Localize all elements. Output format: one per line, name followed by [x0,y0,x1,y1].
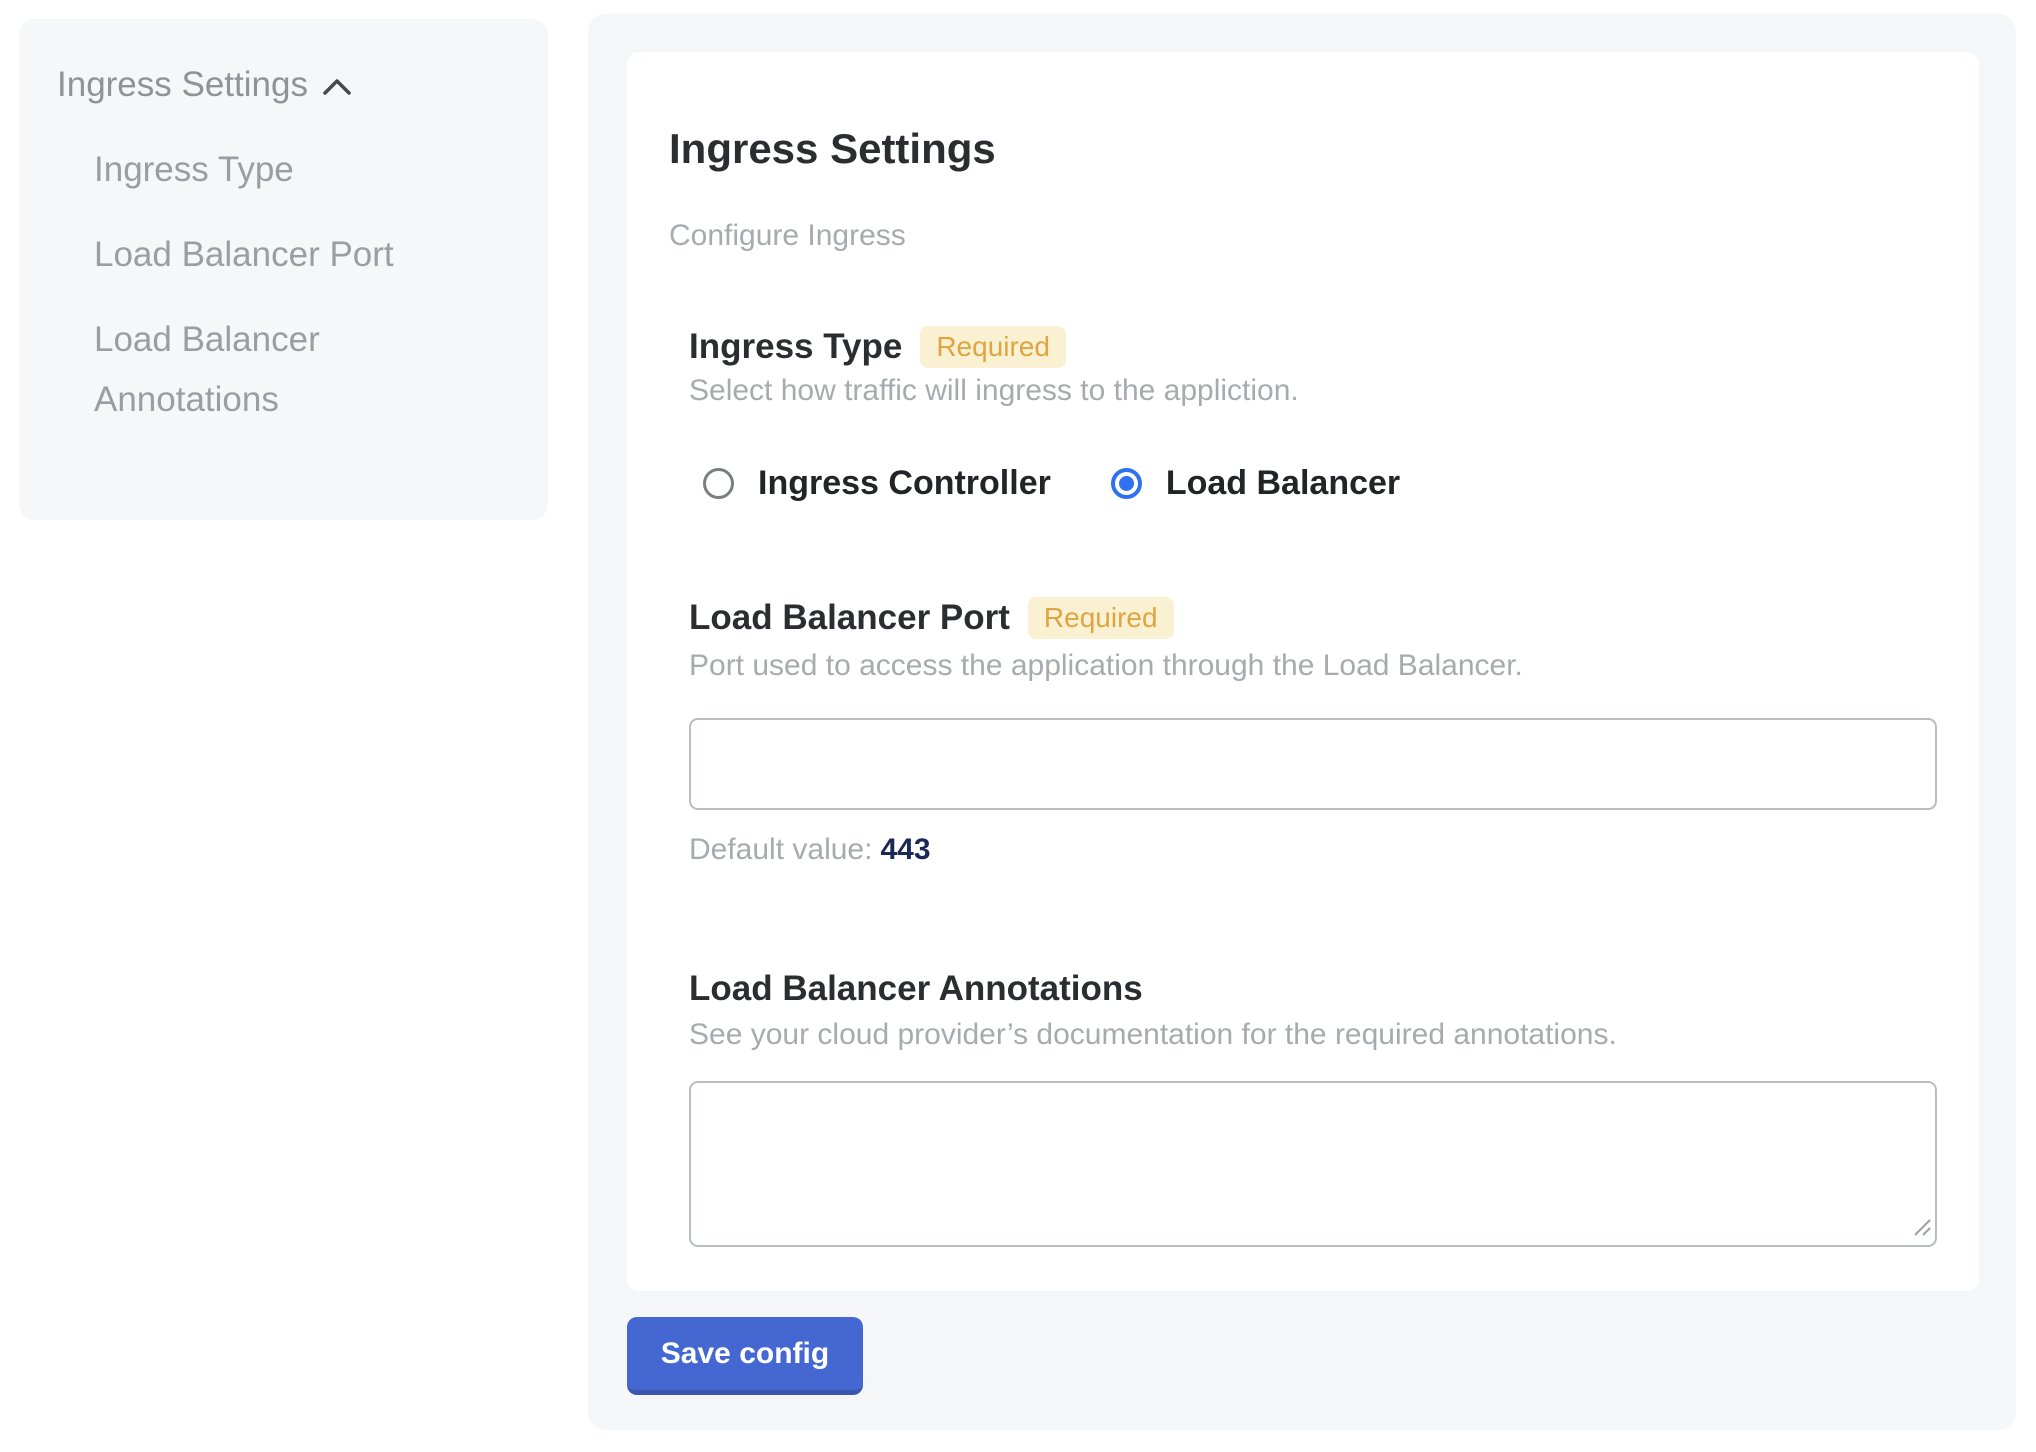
ingress-type-description: Select how traffic will ingress to the a… [689,373,1937,409]
load-balancer-port-input[interactable] [689,718,1937,810]
radio-checked-icon[interactable] [1111,468,1142,499]
ingress-settings-card: Ingress Settings Configure Ingress Ingre… [627,52,1979,1291]
ingress-type-heading-row: Ingress Type Required [689,325,1937,369]
section-ingress-type: Ingress Type Required Select how traffic… [689,325,1937,503]
load-balancer-port-heading: Load Balancer Port [689,596,1010,640]
radio-option-ingress-controller[interactable]: Ingress Controller [703,463,1051,503]
required-badge: Required [1028,597,1174,639]
page: Ingress Settings Ingress Type Load Balan… [0,0,2036,1452]
sidebar-item-ingress-type[interactable]: Ingress Type [94,140,454,200]
page-subtitle: Configure Ingress [669,218,1937,254]
annotations-textarea-wrap [689,1081,1937,1247]
load-balancer-port-description: Port used to access the application thro… [689,648,1937,684]
required-badge: Required [920,326,1066,368]
sidebar-item-load-balancer-annotations[interactable]: Load Balancer Annotations [94,310,454,430]
radio-label-load-balancer: Load Balancer [1166,463,1400,503]
load-balancer-annotations-textarea[interactable] [689,1081,1937,1247]
radio-label-ingress-controller: Ingress Controller [758,463,1051,503]
load-balancer-port-heading-row: Load Balancer Port Required [689,596,1937,640]
page-title: Ingress Settings [669,124,1937,174]
sidebar-header-label: Ingress Settings [57,63,308,107]
default-value: 443 [880,833,930,866]
ingress-type-heading: Ingress Type [689,325,902,369]
load-balancer-annotations-heading-row: Load Balancer Annotations [689,967,1937,1011]
load-balancer-annotations-heading: Load Balancer Annotations [689,967,1143,1011]
main-panel: Ingress Settings Configure Ingress Ingre… [588,14,2016,1430]
default-value-label: Default value: [689,833,872,866]
section-load-balancer-port: Load Balancer Port Required Port used to… [689,596,1937,868]
radio-unchecked-icon[interactable] [703,468,734,499]
chevron-up-icon [322,72,352,98]
sidebar-list: Ingress Type Load Balancer Port Load Bal… [94,140,454,430]
sidebar-item-load-balancer-port[interactable]: Load Balancer Port [94,225,454,285]
load-balancer-annotations-description: See your cloud provider’s documentation … [689,1017,1937,1053]
radio-option-load-balancer[interactable]: Load Balancer [1111,463,1400,503]
save-config-button[interactable]: Save config [627,1317,863,1395]
sidebar: Ingress Settings Ingress Type Load Balan… [19,19,548,520]
sidebar-section-header-ingress-settings[interactable]: Ingress Settings [57,63,548,107]
ingress-type-radio-group: Ingress Controller Load Balancer [703,463,1937,503]
section-load-balancer-annotations: Load Balancer Annotations See your cloud… [689,967,1937,1247]
default-value-row: Default value:443 [689,832,1937,868]
